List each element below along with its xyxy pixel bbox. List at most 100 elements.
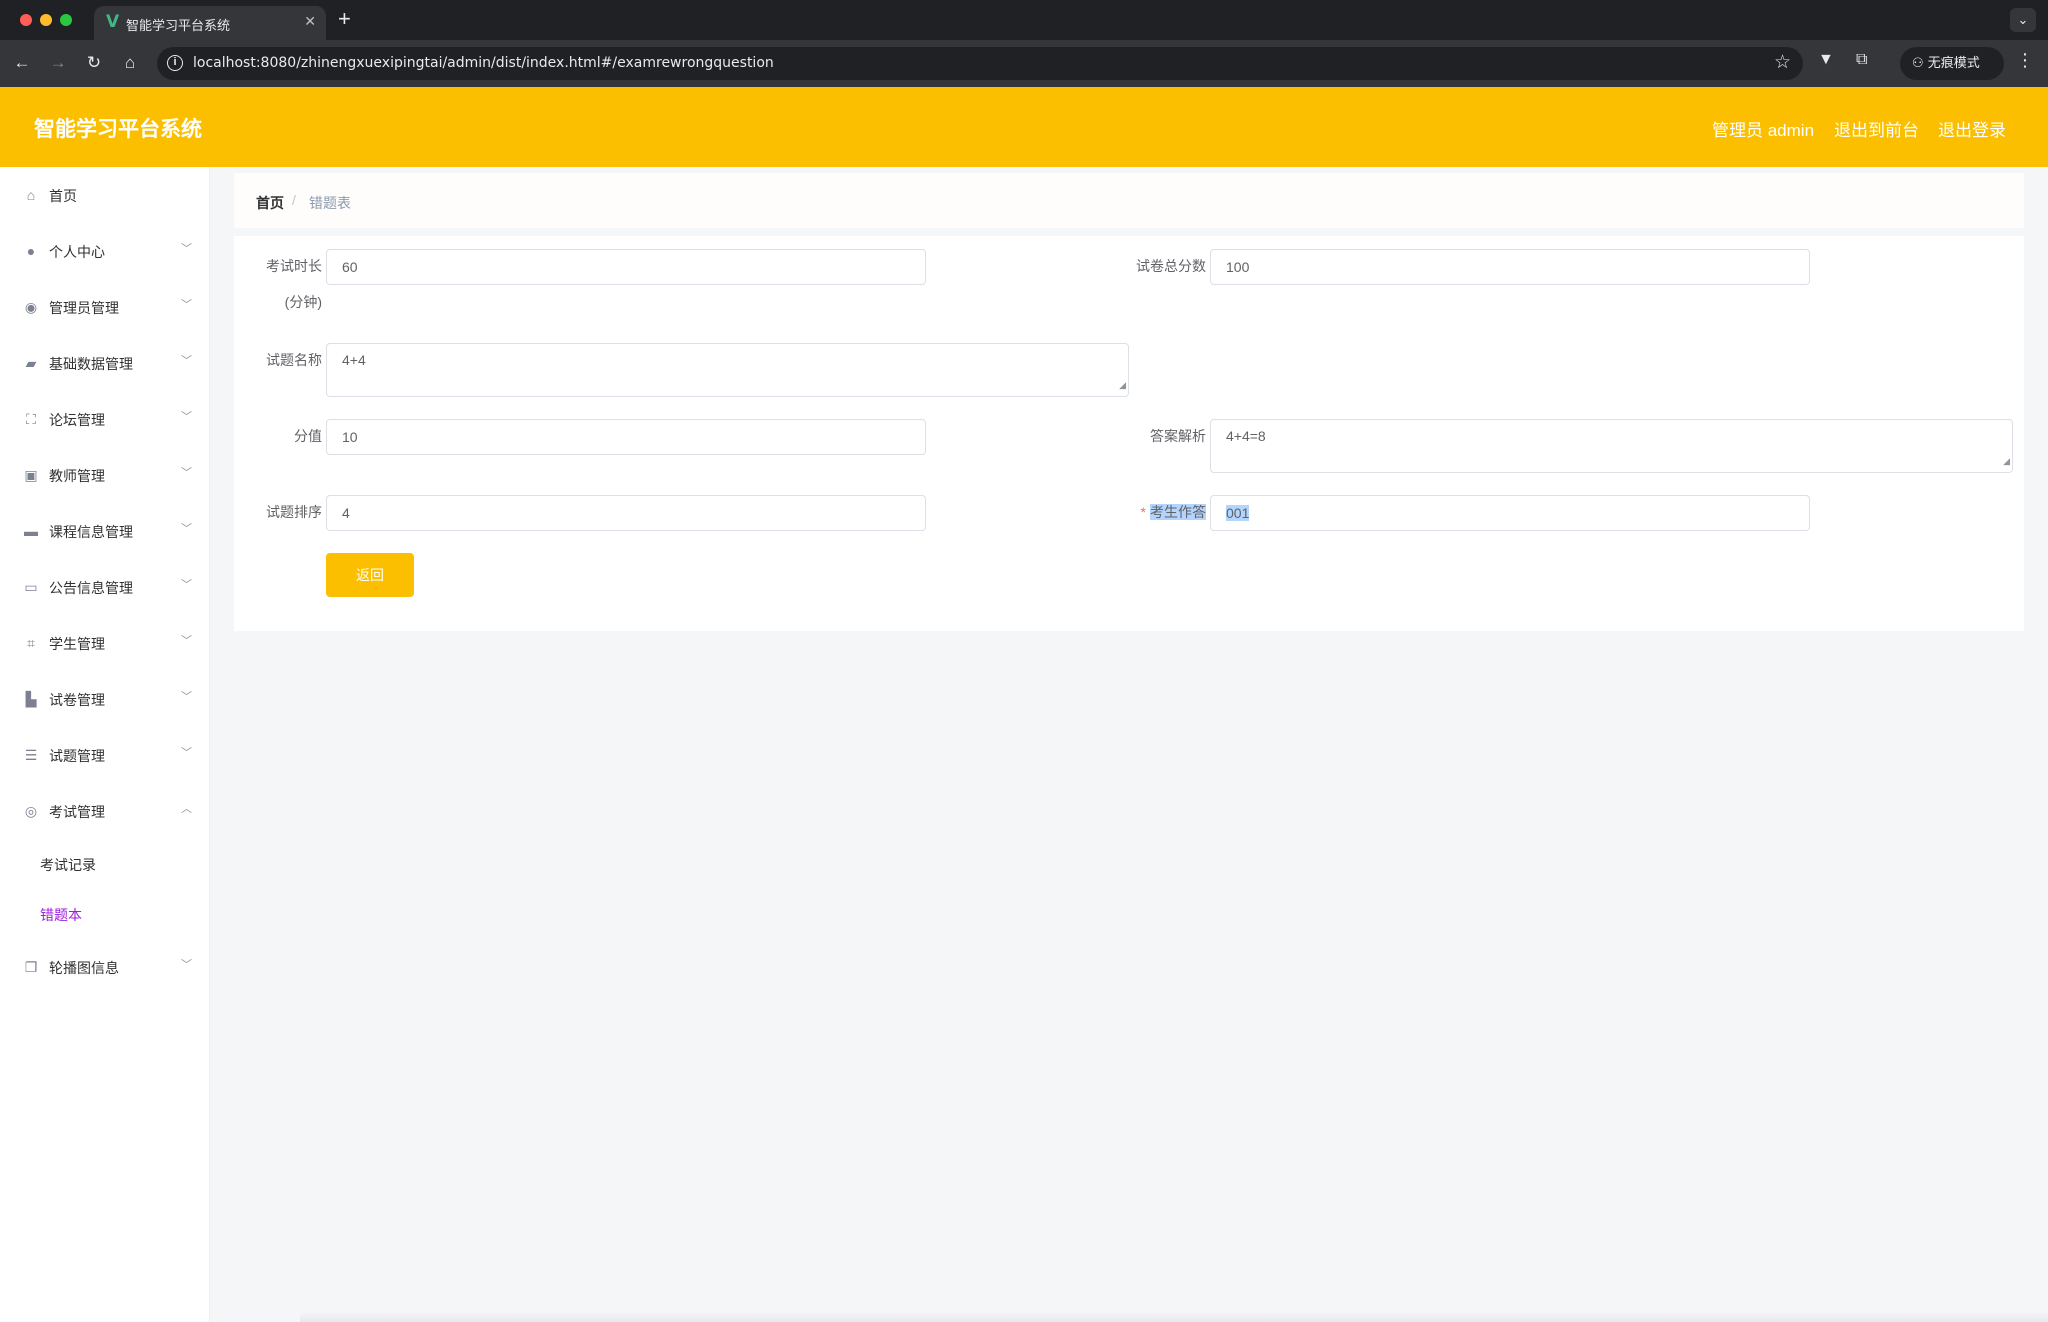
- sidebar-item-student[interactable]: ⌗ 学生管理 ﹀: [0, 615, 210, 671]
- vue-devtools-extension-icon[interactable]: ▼: [1818, 51, 1834, 69]
- wrong-question-detail-form: 考试时长(分钟) 60 试卷总分数 100 试题名称 4+4 ◢ 分值 10 答…: [234, 236, 2024, 631]
- sidebar-item-label: 基础数据管理: [49, 356, 133, 372]
- sidebar-item-label: 论坛管理: [49, 412, 105, 428]
- sidebar-item-label: 管理员管理: [49, 300, 119, 316]
- sidebar-item-teacher[interactable]: ▣ 教师管理 ﹀: [0, 447, 210, 503]
- compass-icon: ◎: [24, 803, 38, 819]
- minimize-window-button[interactable]: [40, 14, 52, 26]
- sidebar-menu: ⌂ 首页 ● 个人中心 ﹀ ◉ 管理员管理 ﹀ ▰ 基础数据管理 ﹀ ⛶ 论坛管…: [0, 167, 210, 1322]
- sidebar-subitem-wrong-book[interactable]: 错题本: [0, 889, 210, 939]
- question-name-value: 4+4: [342, 352, 366, 368]
- new-tab-icon[interactable]: +: [338, 6, 351, 32]
- order-input[interactable]: 4: [326, 495, 926, 531]
- sidebar-item-home[interactable]: ⌂ 首页: [0, 167, 210, 223]
- sidebar-item-label: 课程信息管理: [49, 524, 133, 540]
- chevron-down-icon: ﹀: [181, 579, 192, 591]
- reload-icon[interactable]: ↻: [82, 51, 106, 75]
- sidebar-subitem-label: 考试记录: [40, 857, 96, 873]
- camera-icon: ▰: [25, 355, 37, 371]
- back-arrow-icon[interactable]: ←: [10, 51, 34, 75]
- sidebar-item-label: 考试管理: [49, 804, 105, 820]
- chevron-down-icon: ﹀: [181, 959, 192, 971]
- student-answer-input[interactable]: 001: [1210, 495, 1810, 531]
- chevron-down-icon: ﹀: [181, 523, 192, 535]
- app-header: 智能学习平台系统 管理员 admin 退出到前台 退出登录: [0, 87, 2048, 167]
- app-title: 智能学习平台系统: [34, 118, 202, 141]
- chart-icon: ▙: [25, 691, 37, 707]
- home-icon[interactable]: ⌂: [118, 51, 142, 75]
- sidebar-item-basic-data[interactable]: ▰ 基础数据管理 ﹀: [0, 335, 210, 391]
- sidebar-item-exam[interactable]: ◎ 考试管理 ︿: [0, 783, 210, 839]
- required-asterisk: *: [1140, 504, 1146, 520]
- breadcrumb-home-link[interactable]: 首页: [256, 193, 284, 213]
- student-answer-value: 001: [1226, 505, 1250, 521]
- home-icon: ⌂: [26, 187, 36, 203]
- chevron-down-icon: ﹀: [181, 467, 192, 479]
- clipboard-icon: ▣: [24, 467, 38, 483]
- resize-handle-icon[interactable]: ◢: [2003, 451, 2010, 471]
- site-info-icon[interactable]: i: [167, 55, 183, 71]
- user-icon: ●: [26, 243, 36, 259]
- tab-close-icon[interactable]: ✕: [304, 13, 316, 30]
- analysis-value: 4+4=8: [1226, 428, 1266, 444]
- maximize-window-button[interactable]: [60, 14, 72, 26]
- list-icon: ☰: [24, 747, 38, 763]
- bottom-shadow: [300, 1312, 2048, 1322]
- crop-icon: ⌗: [27, 635, 35, 651]
- chevron-down-icon: ﹀: [181, 299, 192, 311]
- bookmark-star-icon[interactable]: ☆: [1774, 51, 1791, 74]
- sidebar-item-forum[interactable]: ⛶ 论坛管理 ﹀: [0, 391, 210, 447]
- sidebar-item-label: 个人中心: [49, 244, 105, 260]
- total-score-label: 试卷总分数: [1136, 258, 1206, 274]
- exam-duration-input[interactable]: 60: [326, 249, 926, 285]
- browser-tab[interactable]: V 智能学习平台系统 ✕: [94, 6, 326, 40]
- card-icon: ▭: [24, 579, 38, 595]
- incognito-icon: ⚇: [1912, 56, 1928, 71]
- logout-link[interactable]: 退出登录: [1938, 116, 2006, 141]
- score-label: 分值: [294, 428, 322, 444]
- back-button[interactable]: 返回: [326, 553, 414, 597]
- sidebar-item-question[interactable]: ☰ 试题管理 ﹀: [0, 727, 210, 783]
- score-input[interactable]: 10: [326, 419, 926, 455]
- sidebar-item-admin-management[interactable]: ◉ 管理员管理 ﹀: [0, 279, 210, 335]
- question-name-textarea[interactable]: 4+4 ◢: [326, 343, 1129, 397]
- sidebar-item-label: 试卷管理: [49, 692, 105, 708]
- sidebar-item-carousel[interactable]: ❐ 轮播图信息 ﹀: [0, 939, 210, 995]
- sidebar-subitem-label: 错题本: [40, 907, 82, 923]
- browser-tab-bar: V 智能学习平台系统 ✕ + ⌄: [0, 0, 2048, 40]
- incognito-label: 无痕模式: [1927, 56, 1980, 71]
- exit-to-front-link[interactable]: 退出到前台: [1834, 116, 1919, 141]
- student-answer-label-wrap: * 考生作答: [1104, 494, 1206, 530]
- total-score-input[interactable]: 100: [1210, 249, 1810, 285]
- chevron-down-icon: ﹀: [181, 243, 192, 255]
- sidebar-subitem-exam-record[interactable]: 考试记录: [0, 839, 210, 889]
- sidebar-item-label: 教师管理: [49, 468, 105, 484]
- chevron-down-icon: ﹀: [181, 355, 192, 367]
- address-bar[interactable]: i localhost:8080/zhinengxuexipingtai/adm…: [157, 47, 1803, 80]
- monitor-icon: ▬: [24, 523, 38, 539]
- sidebar-item-personal-center[interactable]: ● 个人中心 ﹀: [0, 223, 210, 279]
- close-window-button[interactable]: [20, 14, 32, 26]
- student-answer-label: 考生作答: [1150, 504, 1206, 520]
- browser-menu-icon[interactable]: ⋮: [2016, 50, 2034, 71]
- breadcrumb-current: 错题表: [309, 195, 351, 211]
- analysis-textarea[interactable]: 4+4=8 ◢: [1210, 419, 2013, 473]
- sidebar-item-label: 轮播图信息: [49, 960, 119, 976]
- forward-arrow-icon[interactable]: →: [46, 51, 70, 75]
- extensions-puzzle-icon[interactable]: ⧉: [1856, 51, 1867, 69]
- url-text[interactable]: localhost:8080/zhinengxuexipingtai/admin…: [193, 55, 774, 71]
- tab-title: 智能学习平台系统: [126, 19, 231, 34]
- sidebar-item-label: 公告信息管理: [49, 580, 133, 596]
- sidebar-item-paper[interactable]: ▙ 试卷管理 ﹀: [0, 671, 210, 727]
- order-label: 试题排序: [266, 504, 322, 520]
- sidebar-item-notice[interactable]: ▭ 公告信息管理 ﹀: [0, 559, 210, 615]
- exam-duration-label: 考试时长(分钟): [266, 258, 322, 310]
- tab-search-chevron-icon[interactable]: ⌄: [2010, 8, 2036, 32]
- sidebar-item-course[interactable]: ▬ 课程信息管理 ﹀: [0, 503, 210, 559]
- incognito-badge[interactable]: ⚇ 无痕模式: [1900, 47, 2004, 80]
- resize-handle-icon[interactable]: ◢: [1119, 375, 1126, 395]
- chevron-down-icon: ﹀: [181, 411, 192, 423]
- admin-user-link[interactable]: 管理员 admin: [1712, 116, 1814, 141]
- question-name-label: 试题名称: [266, 352, 322, 368]
- breadcrumb: 首页 / 错题表: [234, 173, 2024, 228]
